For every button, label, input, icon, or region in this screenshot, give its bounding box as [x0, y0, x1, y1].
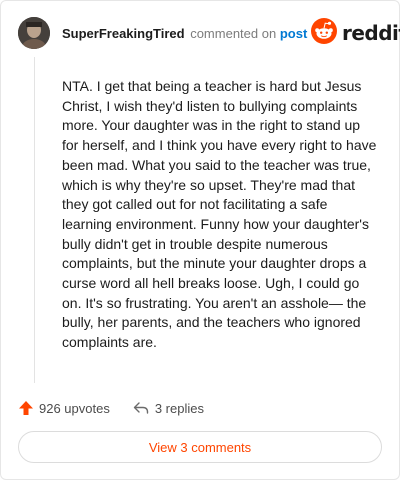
- upvote-count: 926 upvotes: [39, 400, 110, 416]
- replies-count: 3 replies: [154, 400, 204, 416]
- comment-actions: 926 upvotes 3 replies: [18, 399, 204, 417]
- reply-arrow-icon: [133, 401, 149, 415]
- view-comments-label: View 3 comments: [148, 439, 252, 455]
- commented-on-text: commented on: [190, 26, 277, 41]
- upvote-arrow-icon[interactable]: [18, 400, 34, 416]
- comment-body: NTA. I get that being a teacher is hard …: [62, 78, 377, 351]
- comment-header: SuperFreakingTired commented on post: [62, 26, 307, 41]
- avatar[interactable]: [18, 17, 50, 49]
- reddit-logo[interactable]: reddit: [311, 17, 400, 49]
- comment-card: SuperFreakingTired commented on post red…: [0, 0, 400, 480]
- username-link[interactable]: SuperFreakingTired: [62, 26, 185, 41]
- replies-button[interactable]: 3 replies: [133, 401, 204, 416]
- thread-line[interactable]: [34, 57, 35, 383]
- post-link[interactable]: post: [280, 26, 307, 41]
- reddit-logo-icon: [311, 17, 337, 49]
- view-comments-button[interactable]: View 3 comments: [18, 431, 382, 463]
- reddit-wordmark: reddit: [342, 21, 400, 45]
